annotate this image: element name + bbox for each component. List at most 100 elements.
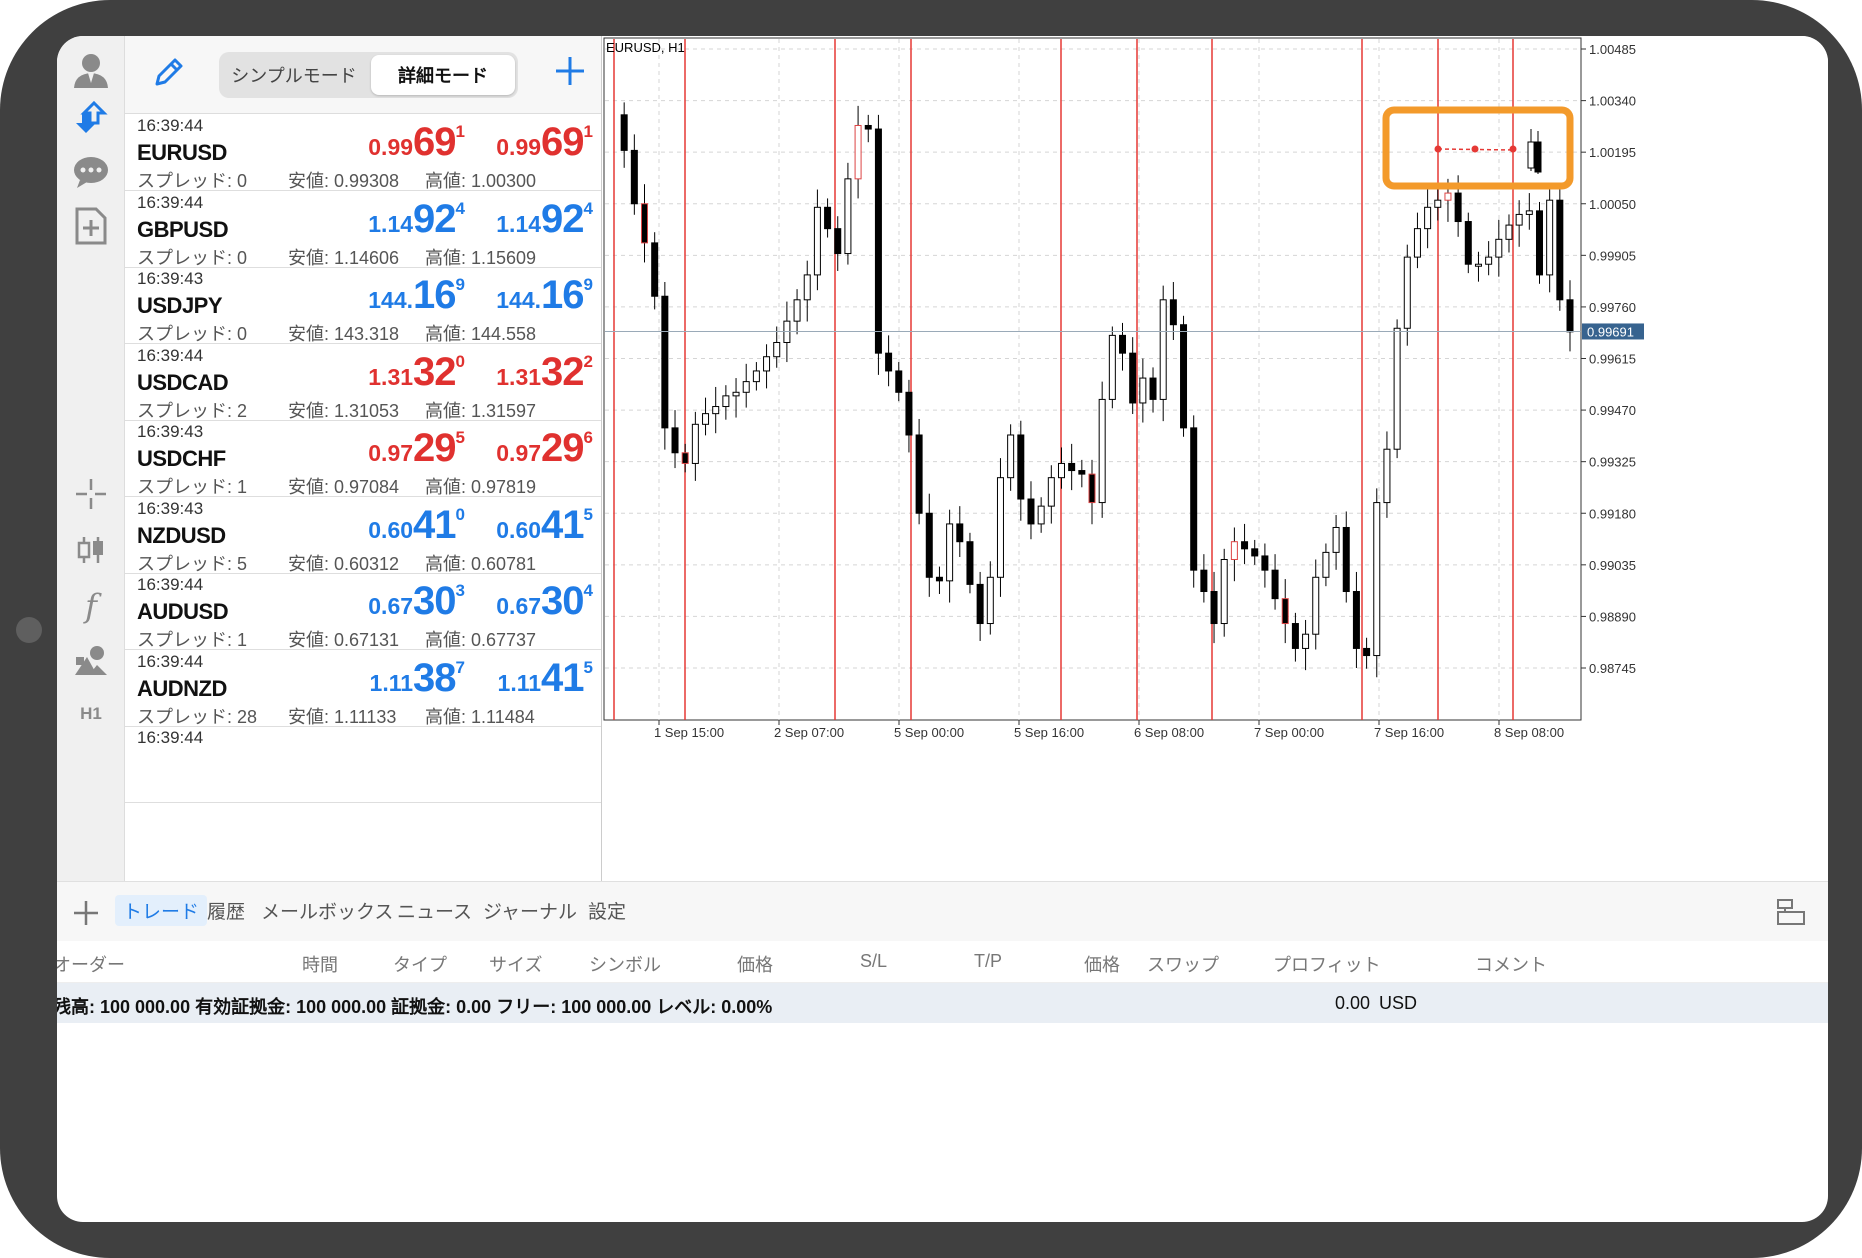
quote-symbol: AUDUSD: [137, 599, 229, 624]
tab-history[interactable]: 履歴: [207, 897, 245, 924]
x-tick-label: 8 Sep 08:00: [1494, 725, 1564, 740]
quote-high: 高値: 1.31597: [425, 400, 537, 421]
candle-body: [1505, 224, 1513, 240]
bid-price[interactable]: 0.97295: [368, 426, 465, 471]
ask-price[interactable]: 1.31322: [496, 350, 593, 395]
quote-low: 安値: 1.14606: [288, 247, 400, 268]
quote-time: 16:39:43: [137, 269, 204, 288]
quote-high: 高値: 0.67737: [425, 630, 537, 650]
bid-price-big: 30: [413, 579, 456, 623]
candle-body: [641, 203, 649, 244]
ask-price[interactable]: 144.169: [496, 273, 593, 318]
bid-price-big: 41: [413, 502, 456, 547]
quotes-toolbar: シンプルモード 詳細モード: [125, 36, 601, 114]
bid-price-pip: 7: [455, 657, 465, 677]
ask-price-lead: 1.11: [497, 669, 542, 696]
candle-body: [742, 381, 750, 393]
candle-body: [1200, 569, 1208, 593]
timeframe-label[interactable]: H1: [67, 690, 115, 738]
edit-icon[interactable]: [151, 54, 187, 95]
candlestick-chart[interactable]: 1.00485 1.00340 1.00195 1.00050 0.99905 0.997…: [602, 36, 1828, 881]
candle-body: [691, 423, 699, 464]
candle-body: [1271, 569, 1279, 600]
indicators-icon[interactable]: [67, 526, 115, 574]
bid-price[interactable]: 0.60410: [368, 503, 465, 548]
account-icon[interactable]: [67, 46, 115, 94]
candle-body: [1534, 141, 1542, 173]
ask-price[interactable]: 0.60415: [496, 503, 593, 548]
candle-body: [1546, 199, 1554, 276]
quote-row[interactable]: 16:39:44 AUDUSD スプレッド: 1 安値: 0.67131 高値: 0.6…: [125, 573, 601, 650]
ask-price[interactable]: 0.67304: [496, 579, 593, 624]
ask-price[interactable]: 1.11415: [498, 656, 593, 701]
quote-row[interactable]: 16:39:43 NZDUSD スプレッド: 5 安値: 0.60312 高値: 0.6…: [125, 497, 601, 574]
ask-price-lead: 1.14: [496, 210, 542, 237]
col-price2: 価格: [1084, 955, 1120, 975]
tab-settings[interactable]: 設定: [588, 897, 626, 924]
ask-price-pip: 1: [583, 122, 593, 141]
candle-body: [854, 124, 862, 180]
tab-trade[interactable]: トレード: [115, 895, 208, 926]
candle-body: [1088, 473, 1096, 504]
add-order-icon[interactable]: [71, 898, 101, 933]
col-symbol: シンボル: [589, 955, 661, 975]
candle-body: [702, 413, 710, 425]
candle-body: [671, 427, 679, 454]
quote-row[interactable]: 16:39:44 EURUSD スプレッド: 0 安値: 0.99308 高値: 1.0…: [125, 114, 601, 191]
bid-price[interactable]: 1.31320: [368, 350, 465, 395]
camera-dot: [16, 617, 42, 643]
detail-mode-tab[interactable]: 詳細モード: [371, 55, 515, 95]
tab-news[interactable]: ニュース: [397, 897, 472, 924]
quote-row[interactable]: 16:39:44: [125, 726, 601, 803]
add-symbol-icon[interactable]: [553, 54, 587, 93]
bid-price-big: 16: [413, 273, 456, 317]
chart-panel[interactable]: 1.00485 1.00340 1.00195 1.00050 0.99905 0.997…: [601, 36, 1828, 881]
ask-price[interactable]: 0.97296: [496, 426, 593, 471]
tab-mailbox[interactable]: メールボックス: [261, 897, 393, 924]
candle-body: [1464, 221, 1472, 265]
quote-row[interactable]: 16:39:44 AUDNZD スプレッド: 28 安値: 1.11133 高値: 1.…: [125, 650, 601, 727]
ask-price[interactable]: 1.14924: [496, 197, 593, 242]
layout-icon[interactable]: [1775, 896, 1807, 933]
objects-icon[interactable]: [67, 636, 115, 684]
bid-price[interactable]: 1.14924: [368, 197, 465, 242]
bid-price-lead: 1.31: [368, 363, 414, 390]
tab-journal[interactable]: ジャーナル: [483, 897, 577, 924]
bid-price-pip: 5: [455, 428, 465, 447]
ask-price[interactable]: 0.99691: [496, 120, 593, 165]
bid-price-lead: 1.14: [368, 210, 414, 237]
candle-body: [1413, 228, 1421, 258]
candle-body: [1566, 299, 1574, 333]
quote-time: 16:39:44: [137, 728, 204, 747]
quote-row[interactable]: 16:39:43 USDJPY スプレッド: 0 安値: 143.318 高値: 144…: [125, 267, 601, 344]
candle-body: [1525, 210, 1533, 215]
bid-price[interactable]: 144.169: [368, 273, 465, 318]
new-document-icon[interactable]: [67, 202, 115, 250]
candle-body: [834, 228, 842, 255]
quotes-icon[interactable]: [67, 94, 115, 142]
candle-body: [763, 356, 771, 372]
candle-body: [956, 523, 964, 543]
quote-row[interactable]: 16:39:43 USDCHF スプレッド: 1 安値: 0.97084 高値: 0.9…: [125, 420, 601, 497]
quote-symbol: USDJPY: [137, 293, 223, 318]
col-sl: S/L: [860, 951, 888, 971]
bid-price[interactable]: 0.99691: [368, 120, 465, 165]
crosshair-icon[interactable]: [67, 470, 115, 518]
account-currency: USD: [1379, 993, 1418, 1013]
bid-price[interactable]: 1.11387: [370, 656, 465, 701]
y-tick-label: 0.99905: [1589, 248, 1636, 263]
bid-price[interactable]: 0.67303: [368, 579, 465, 624]
y-tick-label: 0.99035: [1589, 558, 1636, 573]
candle-body: [976, 583, 984, 625]
candle-body: [824, 206, 832, 230]
quote-row[interactable]: 16:39:44 GBPUSD スプレッド: 0 安値: 1.14606 高値: 1.1…: [125, 191, 601, 268]
function-icon[interactable]: f: [67, 582, 115, 630]
simple-mode-tab[interactable]: シンプルモード: [222, 55, 366, 95]
candle-body: [1515, 213, 1523, 226]
quote-row[interactable]: 16:39:44 USDCAD スプレッド: 2 安値: 1.31053 高値: 1.3…: [125, 344, 601, 421]
ask-price-big: 32: [541, 349, 584, 394]
candle-body: [661, 295, 669, 429]
quote-high: 高値: 1.00300: [425, 171, 537, 191]
bid-price-big: 29: [413, 426, 456, 470]
chat-icon[interactable]: [67, 148, 115, 196]
